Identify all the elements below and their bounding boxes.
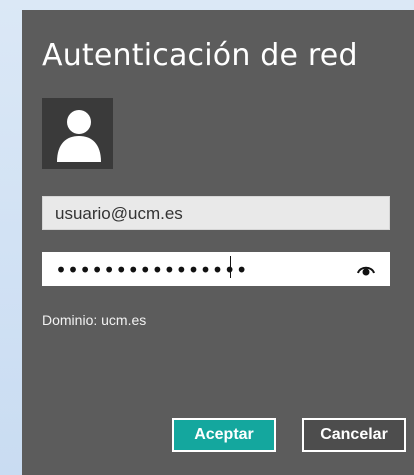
accept-button[interactable]: Aceptar (172, 418, 276, 452)
password-field[interactable]: •••••••••••••••• (42, 252, 390, 286)
dialog-title: Autenticación de red (42, 38, 358, 73)
network-auth-dialog: Autenticación de red usuario@ucm.es ••••… (22, 10, 414, 475)
user-avatar (42, 98, 113, 169)
text-caret (230, 256, 231, 278)
eye-icon[interactable] (357, 262, 375, 276)
domain-label: Dominio: ucm.es (42, 312, 147, 328)
password-dots: •••••••••••••••• (55, 258, 248, 282)
cancel-button[interactable]: Cancelar (302, 418, 406, 452)
user-silhouette-icon (57, 110, 101, 162)
username-field[interactable]: usuario@ucm.es (42, 196, 390, 230)
